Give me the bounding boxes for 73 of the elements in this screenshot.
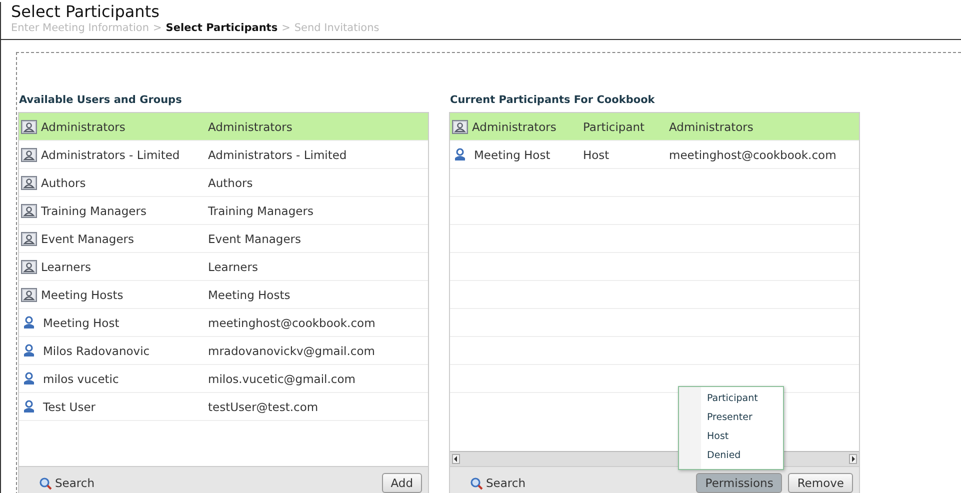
action-button[interactable]: Remove [788,473,853,493]
name-cell: Training Managers [41,204,146,218]
menu-item[interactable]: Denied [679,447,783,466]
menu-item[interactable]: Presenter [679,409,783,428]
name-cell: Learners [41,260,91,274]
menu-item[interactable]: Host [679,428,783,447]
section-heading: Current Participants For Cookbook [450,93,656,107]
name-cell: Administrators - Limited [41,148,180,162]
group-icon [21,288,37,302]
list-row[interactable]: Administrators Administrators [19,113,428,141]
name-cell: Administrators [472,120,556,134]
search-icon [39,476,52,490]
detail-cell: Event Managers [208,232,301,246]
group-icon [21,148,37,162]
name-cell: Event Managers [41,232,134,246]
name-cell: Authors [41,176,86,190]
search-link[interactable]: Search [470,476,526,490]
list-row[interactable]: Meeting Host Host meetinghost@cookbook.com [450,141,859,169]
name-cell: Meeting Host [474,148,550,162]
name-cell: Administrators [41,120,126,134]
role-cell-text: Participant [583,120,646,134]
detail-cell: Meeting Hosts [208,288,290,302]
group-icon [452,120,468,134]
breadcrumb-separator: > [282,21,290,35]
group-icon [21,176,37,190]
name-cell: milos vucetic [43,372,119,386]
group-icon [21,204,37,218]
list-row[interactable]: milos vucetic milos.vucetic@gmail.com [19,365,428,393]
page-title: Select Participants [11,2,160,21]
role-cell-text: Host [583,148,610,162]
group-icon [21,260,37,274]
user-icon [23,316,35,329]
detail-cell: mradovanovickv@gmail.com [208,344,375,358]
detail-cell: Administrators [669,120,754,134]
scroll-right-icon[interactable] [849,454,857,464]
group-icon [21,232,37,246]
name-cell: Meeting Hosts [41,288,124,302]
detail-cell: testUser@test.com [208,400,318,414]
list-row[interactable]: Training Managers Training Managers [19,197,428,225]
list-row[interactable]: Meeting Hosts Meeting Hosts [19,281,428,309]
section-heading: Available Users and Groups [19,93,183,107]
name-cell: Milos Radovanovic [43,344,150,358]
detail-cell: Administrators - Limited [208,148,347,162]
search-link[interactable]: Search [39,476,95,490]
user-icon [454,148,466,161]
detail-cell: meetinghost@cookbook.com [208,316,376,330]
search-icon [470,476,483,490]
breadcrumb-separator: > [152,21,162,35]
list-row[interactable]: Administrators - Limited Administrators - Limited [19,141,428,169]
list-row[interactable]: Learners Learners [19,253,428,281]
group-icon [21,120,37,134]
detail-cell: Authors [208,176,253,190]
menu-item[interactable]: Participant [679,390,783,409]
list-row[interactable]: Milos Radovanovic mradovanovickv@gmail.com [19,337,428,365]
list-row[interactable]: Meeting Host meetinghost@cookbook.com [19,309,428,337]
user-icon [23,400,35,413]
detail-cell: milos.vucetic@gmail.com [208,372,356,386]
add-button[interactable]: Add [382,473,422,493]
name-cell: Meeting Host [43,316,120,330]
detail-cell: Learners [208,260,258,274]
list-row[interactable]: Event Managers Event Managers [19,225,428,253]
scroll-left-icon[interactable] [452,454,460,464]
list-row[interactable]: Administrators Participant Administrators [450,113,859,141]
name-cell: Test User [43,400,96,414]
user-icon [23,372,35,385]
detail-cell: meetinghost@cookbook.com [669,148,836,162]
breadcrumb-step[interactable]: Select Participants [166,21,278,35]
detail-cell: Administrators [208,120,292,134]
list-row[interactable]: Authors Authors [19,169,428,197]
action-button[interactable]: Permissions [696,473,782,493]
user-icon [23,344,35,357]
detail-cell: Training Managers [208,204,314,218]
list-row[interactable]: Test User testUser@test.com [19,393,428,421]
